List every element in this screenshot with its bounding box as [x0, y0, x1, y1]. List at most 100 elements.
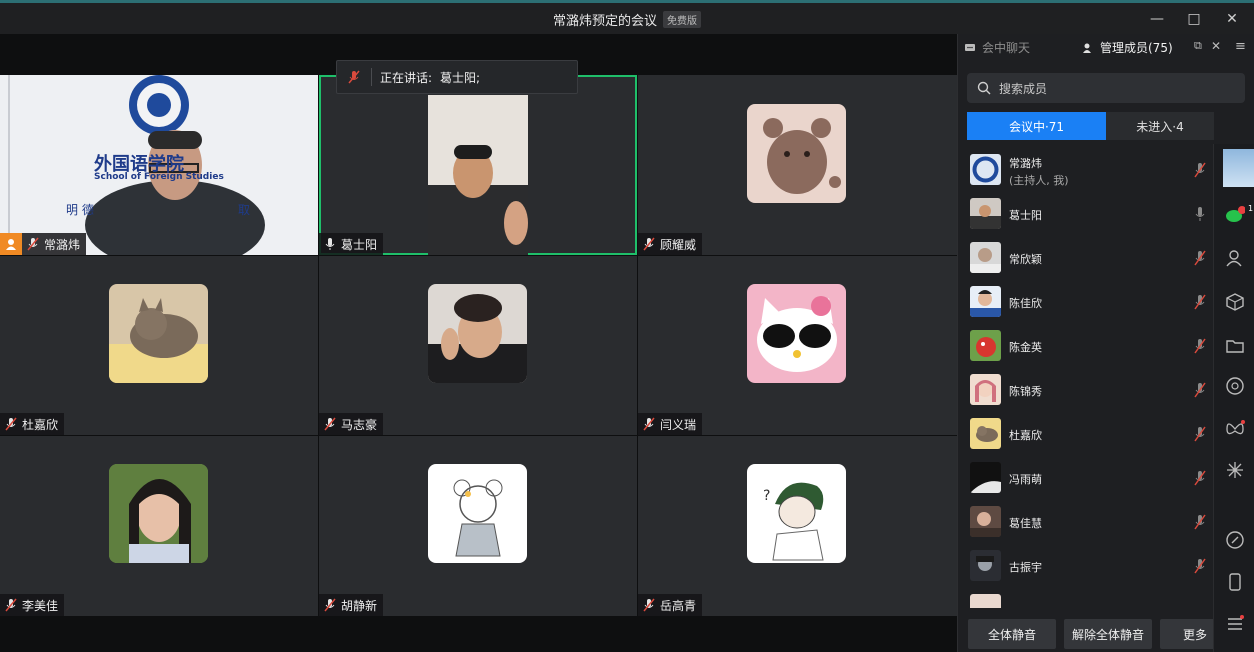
member-avatar [970, 418, 1001, 449]
side-panel: 会中聊天 管理成员(75) ⧉ ✕ ≡ 搜索成员 会议中·71 未进入·4 常潞… [957, 34, 1254, 652]
video-tile[interactable]: 闫义瑞 [638, 256, 957, 435]
tile-name-tag: 李美佳 [0, 594, 65, 616]
sparkle-icon[interactable] [1225, 460, 1245, 480]
butterfly-icon[interactable] [1225, 419, 1245, 439]
member-name: 古振宇 [1009, 561, 1042, 574]
mic-muted-icon [324, 417, 336, 431]
close-panel-icon[interactable]: ✕ [1211, 39, 1221, 53]
tile-name: 李美佳 [22, 598, 59, 613]
tile-name: 杜嘉欣 [22, 417, 59, 432]
member-avatar [970, 330, 1001, 361]
edition-badge: 免费版 [663, 11, 701, 28]
mic-muted-icon[interactable] [1192, 338, 1208, 354]
member-row[interactable]: 陈锦秀 [958, 368, 1213, 412]
cube-icon[interactable] [1225, 292, 1245, 312]
chat-unread-badge: 1 [1248, 204, 1254, 213]
filter-in-meeting[interactable]: 会议中·71 [967, 112, 1106, 140]
video-tile-active-speaker[interactable]: 葛士阳 [319, 75, 637, 255]
mic-muted-icon[interactable] [1192, 162, 1208, 178]
member-row[interactable]: 常潞炜 (主持人, 我) [958, 148, 1213, 192]
mic-muted-icon [348, 70, 360, 84]
tile-name: 葛士阳 [341, 237, 378, 252]
video-tile[interactable]: 李美佳 [0, 436, 318, 616]
app-rail: 1 [1213, 144, 1254, 652]
tile-name-tag: 闫义瑞 [638, 413, 703, 435]
member-row[interactable]: 杜嘉欣 [958, 412, 1213, 456]
filter-not-joined[interactable]: 未进入·4 [1106, 112, 1214, 140]
folder-icon[interactable] [1225, 336, 1245, 356]
tile-name-tag: 顾耀威 [638, 233, 703, 255]
hamburger-icon[interactable] [1225, 614, 1245, 634]
window-title: 常潞炜预定的会议 [552, 14, 657, 29]
member-row[interactable]: 陈佳欣 [958, 280, 1213, 324]
search-placeholder: 搜索成员 [999, 81, 1048, 96]
mic-muted-icon[interactable] [1192, 382, 1208, 398]
member-row[interactable]: 葛士阳 [958, 192, 1213, 236]
contacts-icon[interactable] [1225, 248, 1245, 268]
member-avatar [970, 462, 1001, 493]
member-actions: 全体静音 解除全体静音 更多 [958, 616, 1230, 652]
mic-muted-icon [643, 598, 655, 612]
member-list: 常潞炜 (主持人, 我) 葛士阳 常欣颖 陈佳欣 陈金英 陈锦秀 杜嘉欣 冯雨萌… [958, 148, 1213, 608]
member-search[interactable]: 搜索成员 [967, 73, 1245, 103]
wechat-icon[interactable] [1225, 206, 1245, 226]
speaking-name: 葛士阳; [440, 70, 481, 85]
mic-muted-icon [5, 598, 17, 612]
tile-name-tag: 杜嘉欣 [0, 413, 65, 435]
wallpaper-thumbnail[interactable] [1223, 149, 1254, 187]
menu-icon[interactable]: ≡ [1235, 39, 1246, 54]
video-tile[interactable]: 胡静新 [319, 436, 637, 616]
mic-muted-icon[interactable] [1192, 426, 1208, 442]
video-tile[interactable]: 杜嘉欣 [0, 256, 318, 435]
phone-icon[interactable] [1225, 572, 1245, 592]
member-avatar [970, 550, 1001, 581]
title-bar: 常潞炜预定的会议 免费版 — □ ✕ [0, 0, 1254, 34]
mic-muted-icon[interactable] [1192, 294, 1208, 310]
popout-icon[interactable]: ⧉ [1194, 39, 1202, 53]
video-tile-host[interactable]: 外国语学院 School of Foreign Studies 明 德 取 常潞… [0, 75, 318, 255]
unmute-all-button[interactable]: 解除全体静音 [1064, 619, 1152, 649]
tile-name: 闫义瑞 [660, 417, 697, 432]
link-icon[interactable] [1225, 530, 1245, 550]
mic-muted-icon[interactable] [1192, 558, 1208, 574]
slide-subtitle: School of Foreign Studies [94, 172, 224, 182]
mic-muted-icon [643, 237, 655, 251]
member-row[interactable]: 常欣颖 [958, 236, 1213, 280]
video-tile[interactable]: 马志豪 [319, 256, 637, 435]
divider [371, 68, 372, 86]
mic-muted-icon[interactable] [1192, 470, 1208, 486]
svg-text:?: ? [763, 488, 770, 504]
member-row[interactable]: 冯雨萌 [958, 456, 1213, 500]
mic-icon[interactable] [1192, 206, 1208, 222]
tab-members-label: 管理成员(75) [1100, 41, 1173, 55]
video-grid: 外国语学院 School of Foreign Studies 明 德 取 常潞… [0, 75, 957, 616]
members-icon [1083, 43, 1091, 53]
member-role: (主持人, 我) [1009, 174, 1069, 187]
member-row-partial[interactable] [958, 588, 1213, 608]
close-button[interactable]: ✕ [1219, 9, 1245, 29]
mute-all-button[interactable]: 全体静音 [968, 619, 1056, 649]
slide-motto-left: 明 德 [66, 203, 94, 217]
tab-chat[interactable]: 会中聊天 [964, 39, 1030, 56]
hello-kitty-avatar [747, 284, 846, 383]
aperture-icon[interactable] [1225, 376, 1245, 396]
search-icon [977, 81, 991, 95]
member-row[interactable]: 葛佳慧 [958, 500, 1213, 544]
video-tile[interactable]: ? 岳高青 [638, 436, 957, 616]
photo-avatar [428, 284, 527, 383]
tab-members[interactable]: 管理成员(75) [1082, 39, 1173, 56]
minimize-button[interactable]: — [1144, 9, 1170, 29]
mic-muted-icon [324, 598, 336, 612]
tile-name-tag: 马志豪 [319, 413, 384, 435]
mic-muted-icon[interactable] [1192, 514, 1208, 530]
member-avatar [970, 286, 1001, 317]
member-row[interactable]: 古振宇 [958, 544, 1213, 588]
video-tile[interactable]: 顾耀威 [638, 75, 957, 255]
host-icon [0, 233, 22, 255]
member-row[interactable]: 陈金英 [958, 324, 1213, 368]
member-avatar [970, 594, 1001, 608]
slide-motto-right: 取 [238, 203, 251, 217]
member-name: 陈金英 [1009, 341, 1042, 354]
maximize-button[interactable]: □ [1181, 9, 1207, 29]
mic-muted-icon[interactable] [1192, 250, 1208, 266]
